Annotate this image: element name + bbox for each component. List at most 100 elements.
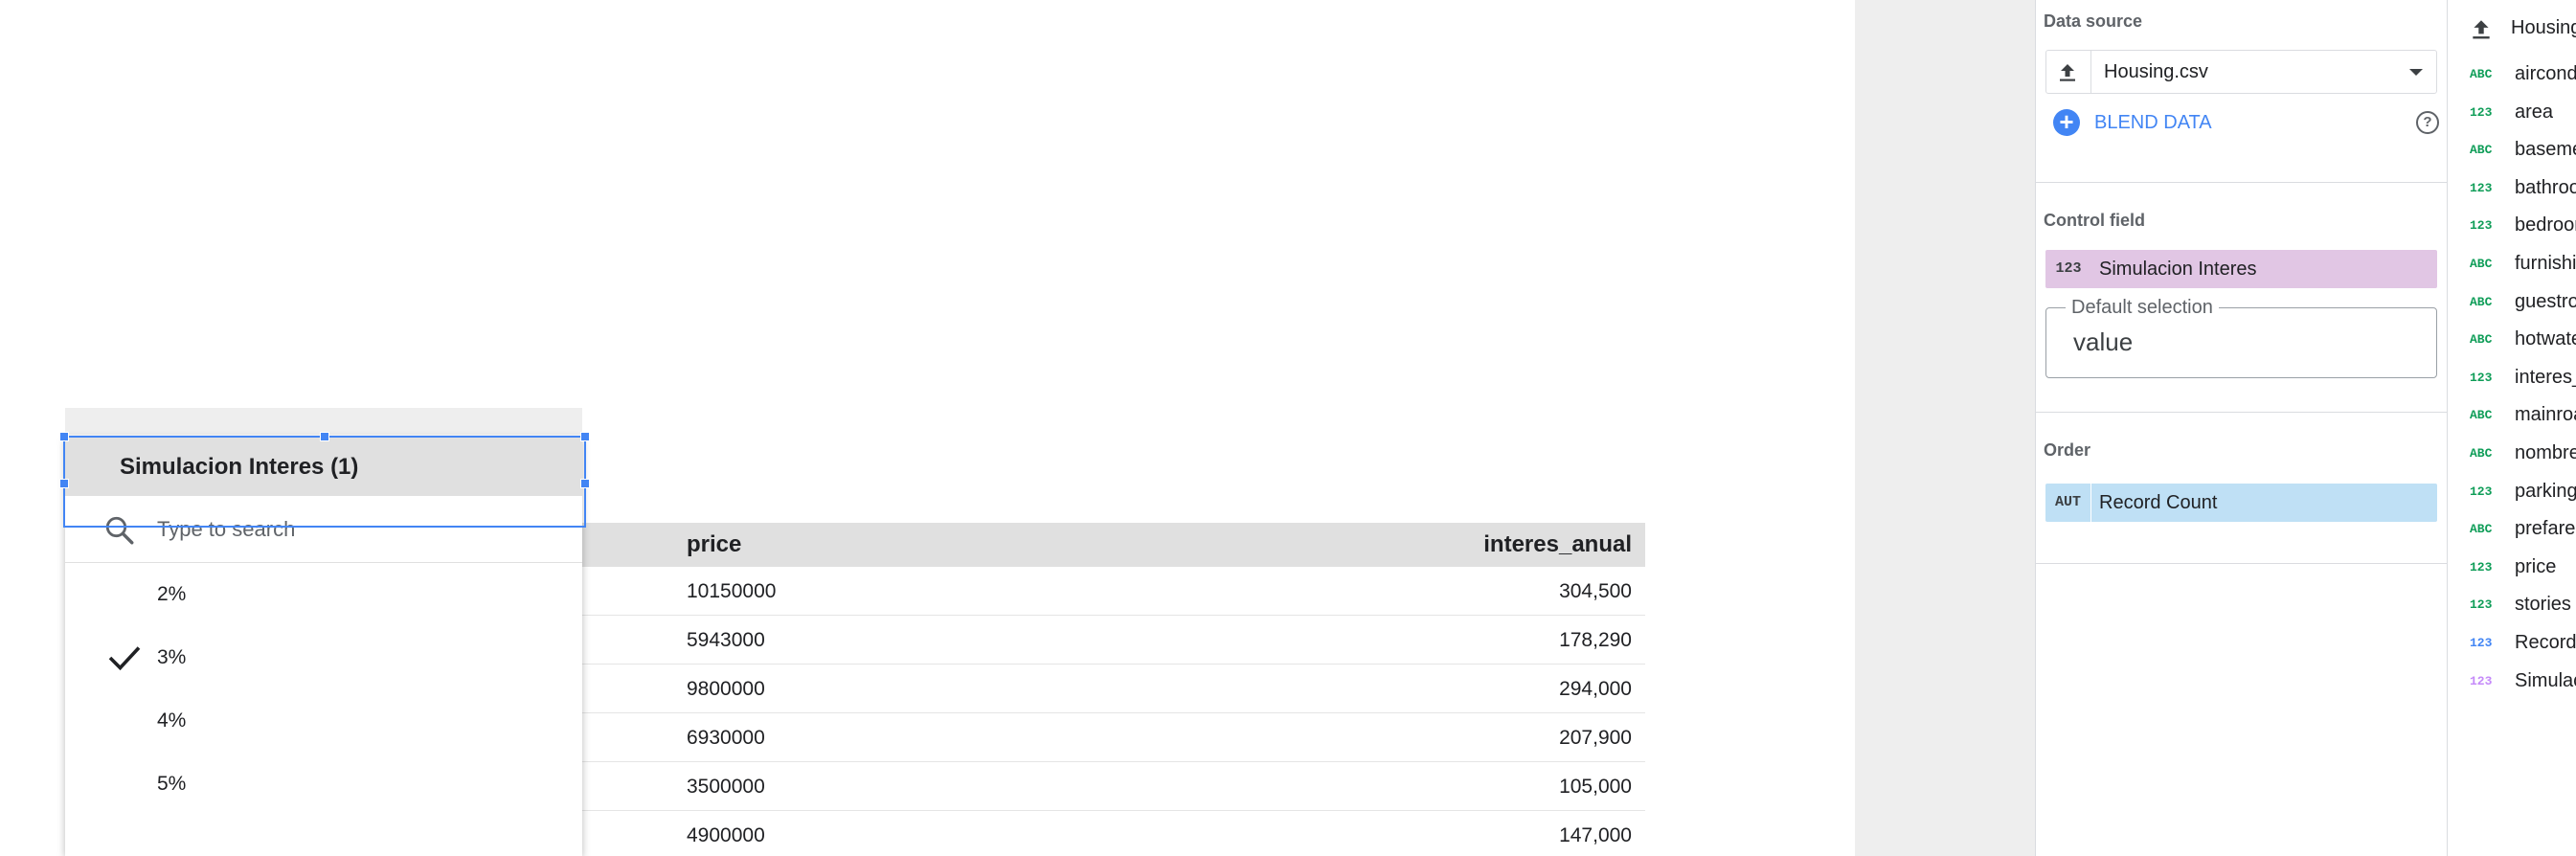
canvas-gutter [1855, 0, 2035, 856]
filter-options-list: 2% 3% 4% 5% [65, 563, 582, 816]
control-header-strip [65, 408, 582, 435]
resize-handle-e[interactable] [580, 479, 590, 488]
field-item[interactable]: ABC furnishingstatus [2448, 245, 2576, 283]
dropdown-caret-icon[interactable] [2409, 69, 2423, 76]
field-name: interes_anual [2515, 366, 2576, 388]
order-title: Order [2044, 440, 2091, 460]
field-item[interactable]: ABC airconditioning [2448, 56, 2576, 94]
field-name: price [2515, 555, 2557, 577]
filter-option-label: 3% [157, 646, 187, 668]
selected-control-frame[interactable] [59, 432, 590, 528]
field-name: Record Count [2515, 631, 2576, 653]
section-divider [2036, 182, 2448, 183]
field-name: stories [2515, 594, 2571, 616]
report-canvas[interactable]: price interes_anual 10150000 304,500 59430… [0, 0, 1855, 856]
field-item[interactable]: ABC hotwaterheating [2448, 321, 2576, 359]
field-type-badge: ABC [2470, 294, 2493, 309]
resize-handle-n[interactable] [320, 432, 329, 441]
cell-price: 5943000 [687, 629, 765, 651]
cell-price: 9800000 [687, 678, 765, 700]
field-name: area [2515, 101, 2554, 123]
filter-option-label: 4% [157, 710, 187, 732]
field-type-badge: 123 [2470, 597, 2493, 613]
default-selection-field[interactable]: Default selection value [2045, 297, 2437, 378]
control-field-chip[interactable]: 123 Simulacion Interes [2045, 250, 2437, 288]
field-name: parking [2515, 480, 2576, 502]
section-divider [2036, 412, 2448, 413]
upload-icon [2060, 64, 2075, 81]
field-item[interactable]: ABC nombre [2448, 435, 2576, 473]
filter-option[interactable]: 2% [65, 563, 582, 626]
field-name: bathrooms [2515, 176, 2576, 198]
field-type-badge: 123 [2470, 104, 2493, 120]
control-field-title: Control field [2044, 211, 2145, 230]
field-name: prefarea [2515, 518, 2576, 540]
data-source-selector[interactable]: Housing.csv [2045, 50, 2437, 94]
field-name: furnishingstatus [2515, 252, 2576, 274]
field-type-badge: 123 [2470, 218, 2493, 234]
cell-interes-anual: 294,000 [1559, 678, 1632, 700]
field-name: basement [2515, 139, 2576, 161]
field-type-badge: 123 [2470, 370, 2493, 385]
filter-option[interactable]: 5% [65, 753, 582, 816]
field-type-badge: ABC [2470, 67, 2493, 81]
field-item[interactable]: 123 bathrooms [2448, 169, 2576, 208]
field-item[interactable]: 123 area [2448, 94, 2576, 132]
field-type-badge: AUT [2045, 484, 2091, 522]
field-type-badge: 123 [2470, 180, 2493, 195]
data-source-name: Housing.csv [2104, 61, 2208, 82]
field-list: ABC airconditioning 123 area ABC basement 123 b… [2448, 56, 2576, 700]
field-item[interactable]: 123 price [2448, 549, 2576, 587]
filter-option-label: 5% [157, 773, 187, 795]
control-field-name: Simulacion Interes [2099, 259, 2257, 280]
field-type-badge: ABC [2470, 445, 2493, 461]
field-name: nombre [2515, 441, 2576, 463]
field-item[interactable]: ABC prefarea [2448, 510, 2576, 549]
field-name: Simulacion Interes [2515, 669, 2576, 691]
default-selection-value[interactable]: value [2073, 327, 2133, 357]
field-item[interactable]: ABC mainroad [2448, 396, 2576, 435]
section-divider [2036, 563, 2448, 564]
field-type-badge: ABC [2470, 332, 2493, 348]
field-item[interactable]: 123 stories [2448, 586, 2576, 624]
cell-interes-anual: 147,000 [1559, 824, 1632, 846]
field-type-badge: ABC [2470, 522, 2493, 537]
filter-option-label: 2% [157, 583, 187, 605]
field-item[interactable]: 123 bedrooms [2448, 207, 2576, 245]
field-name: airconditioning [2515, 63, 2576, 84]
field-type-badge: 123 [2055, 260, 2082, 277]
resize-handle-nw[interactable] [59, 432, 69, 441]
field-name: guestroom [2515, 290, 2576, 312]
default-selection-label: Default selection [2066, 297, 2219, 319]
report-editor: price interes_anual 10150000 304,500 59430… [0, 0, 2576, 856]
resize-handle-w[interactable] [59, 479, 69, 488]
cell-interes-anual: 304,500 [1559, 580, 1632, 602]
blend-data-label: BLEND DATA [2094, 112, 2212, 133]
order-field-name: Record Count [2099, 492, 2218, 513]
field-type-badge: 123 [2470, 673, 2493, 688]
resize-handle-ne[interactable] [580, 432, 590, 441]
cell-price: 4900000 [687, 824, 765, 846]
field-type-badge: ABC [2470, 408, 2493, 423]
cell-price: 10150000 [687, 580, 777, 602]
cell-price: 6930000 [687, 727, 765, 749]
field-item[interactable]: 123 Record Count [2448, 624, 2576, 663]
help-icon[interactable]: ? [2416, 111, 2439, 134]
column-header-interes-anual[interactable]: interes_anual [1483, 523, 1632, 567]
order-field-chip[interactable]: AUT Record Count [2045, 484, 2437, 522]
field-item[interactable]: ABC basement [2448, 131, 2576, 169]
cell-interes-anual: 178,290 [1559, 629, 1632, 651]
field-item[interactable]: 123 parking [2448, 473, 2576, 511]
available-fields-panel: Housing.csv ABC airconditioning 123 area ABC… [2447, 0, 2576, 856]
filter-option[interactable]: 4% [65, 689, 582, 753]
field-item[interactable]: ABC guestroom [2448, 283, 2576, 322]
column-header-price[interactable]: price [687, 523, 741, 567]
data-source-title: Data source [2044, 11, 2143, 31]
field-name: bedrooms [2515, 214, 2576, 237]
filter-option[interactable]: 3% [65, 626, 582, 689]
field-type-badge: 123 [2470, 559, 2493, 574]
field-item[interactable]: 123 interes_anual [2448, 359, 2576, 397]
field-item[interactable]: 123 Simulacion Interes [2448, 663, 2576, 701]
cell-interes-anual: 207,900 [1559, 727, 1632, 749]
fields-source-name: Housing.csv [2511, 17, 2576, 38]
